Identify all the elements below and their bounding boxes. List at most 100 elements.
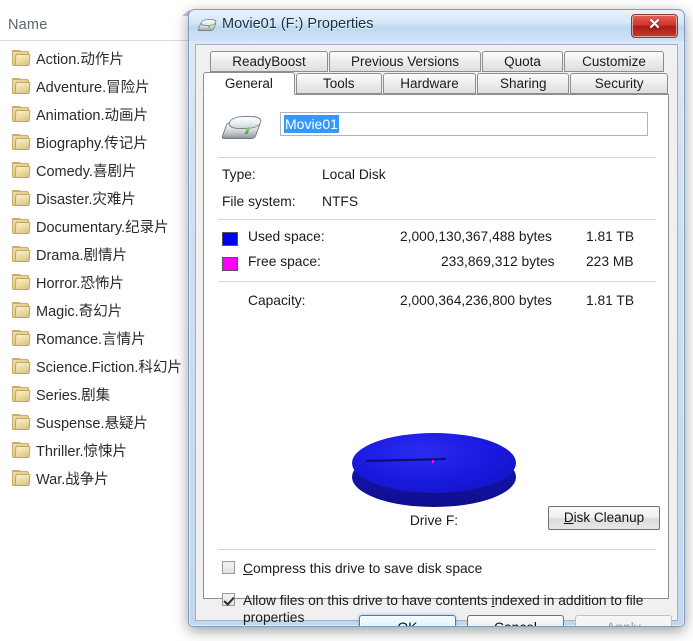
close-icon: ✕ <box>648 16 661 33</box>
list-item[interactable]: Romance.言情片 <box>0 324 200 352</box>
folder-icon <box>12 302 31 318</box>
free-space-label: Free space: <box>248 254 321 269</box>
disk-cleanup-button[interactable]: Disk Cleanup <box>548 506 660 530</box>
list-item-label: Romance.言情片 <box>36 331 146 348</box>
used-space-swatch <box>222 232 238 246</box>
capacity-row: Capacity: 2,000,364,236,800 bytes 1.81 T… <box>204 293 668 315</box>
screen: Name Action.动作片 Adventure.冒险片 Animation.动画… <box>0 0 693 641</box>
type-value: Local Disk <box>322 167 386 182</box>
list-item-label: Biography.传记片 <box>36 135 148 152</box>
capacity-bytes: 2,000,364,236,800 bytes <box>400 293 552 308</box>
dialog-titlebar[interactable]: Movie01 (F:) Properties ✕ <box>189 10 684 41</box>
dialog-body: ReadyBoost Previous Versions Quota Customiz… <box>195 44 678 626</box>
free-space-swatch <box>222 257 238 271</box>
index-contents-checkbox[interactable] <box>222 593 235 606</box>
tab-previous-versions[interactable]: Previous Versions <box>329 51 481 72</box>
list-item-label: Science.Fiction.科幻片 <box>36 359 182 376</box>
folder-icon <box>12 50 31 66</box>
folder-icon <box>12 246 31 262</box>
free-space-slice <box>432 460 434 463</box>
dialog-title: Movie01 (F:) Properties <box>222 16 374 32</box>
index-label-a: Allow files on this drive to have conten… <box>243 593 492 608</box>
hard-disk-icon <box>197 18 218 33</box>
filesystem-row: File system: NTFS <box>204 194 668 216</box>
capacity-human: 1.81 TB <box>586 293 635 308</box>
list-item[interactable]: War.战争片 <box>0 464 200 492</box>
close-button[interactable]: ✕ <box>631 14 678 38</box>
compress-accel: C <box>243 561 253 576</box>
filesystem-label: File system: <box>222 194 296 209</box>
compress-drive-checkbox[interactable] <box>222 561 235 574</box>
compress-label-rest: ompress this drive to save disk space <box>252 561 483 576</box>
list-item[interactable]: Documentary.纪录片 <box>0 212 200 240</box>
tab-general[interactable]: General <box>203 72 295 95</box>
drive-caption: Drive F: <box>409 513 459 528</box>
list-item[interactable]: Animation.动画片 <box>0 100 200 128</box>
list-item-label: Action.动作片 <box>36 51 124 68</box>
tab-strip: ReadyBoost Previous Versions Quota Customiz… <box>203 51 669 95</box>
list-item-label: Series.剧集 <box>36 387 111 404</box>
ok-button[interactable]: OK <box>359 615 456 626</box>
cancel-button[interactable]: Cancel <box>467 615 564 626</box>
list-item-label: Drama.剧情片 <box>36 247 128 264</box>
folder-icon <box>12 106 31 122</box>
folder-icon <box>12 414 31 430</box>
free-space-human: 223 MB <box>586 254 634 269</box>
divider-4 <box>218 549 656 550</box>
tab-quota[interactable]: Quota <box>482 51 563 72</box>
disk-cleanup-accel: D <box>563 510 574 525</box>
volume-label-value: Movie01 <box>284 115 339 133</box>
list-item[interactable]: Action.动作片 <box>0 44 200 72</box>
tab-security[interactable]: Security <box>570 73 668 94</box>
list-item-label: Horror.恐怖片 <box>36 275 124 292</box>
list-item[interactable]: Science.Fiction.科幻片 <box>0 352 200 380</box>
tab-readyboost[interactable]: ReadyBoost <box>210 51 328 72</box>
tab-tools[interactable]: Tools <box>295 73 382 94</box>
folder-icon <box>12 274 31 290</box>
list-item-label: Adventure.冒险片 <box>36 79 150 96</box>
list-item-label: Suspense.悬疑片 <box>36 415 149 432</box>
divider-3 <box>218 281 656 282</box>
disk-cleanup-label-rest: isk Cleanup <box>573 510 645 525</box>
drive-properties-dialog: Movie01 (F:) Properties ✕ ReadyBoost Prev… <box>188 9 685 627</box>
list-item-label: Thriller.惊悚片 <box>36 443 128 460</box>
list-item[interactable]: Drama.剧情片 <box>0 240 200 268</box>
volume-name-row: Movie01 <box>204 105 668 153</box>
column-header-name[interactable]: Name <box>0 0 200 41</box>
folder-icon <box>12 162 31 178</box>
list-item-label: War.战争片 <box>36 471 109 488</box>
list-item-label: Animation.动画片 <box>36 107 149 124</box>
tab-customize[interactable]: Customize <box>564 51 664 72</box>
divider-2 <box>218 219 656 220</box>
list-item[interactable]: Comedy.喜剧片 <box>0 156 200 184</box>
compress-drive-label: Compress this drive to save disk space <box>222 560 652 577</box>
tab-hardware[interactable]: Hardware <box>382 73 477 94</box>
tab-pane-general: Movie01 Type: Local Disk File system: NT… <box>203 94 669 625</box>
folder-icon <box>12 386 31 402</box>
list-item[interactable]: Series.剧集 <box>0 380 200 408</box>
disk-usage-pie-chart <box>344 433 524 515</box>
volume-label-input[interactable]: Movie01 <box>280 112 648 136</box>
tab-row-upper: ReadyBoost Previous Versions Quota Customiz… <box>203 51 669 73</box>
apply-label-rest: pply <box>615 620 640 626</box>
list-item[interactable]: Disaster.灾难片 <box>0 184 200 212</box>
list-item-label: Comedy.喜剧片 <box>36 163 137 180</box>
tab-row-lower: General Tools Hardware Sharing Security <box>203 72 669 95</box>
folder-icon <box>12 470 31 486</box>
list-item[interactable]: Adventure.冒险片 <box>0 72 200 100</box>
list-item[interactable]: Horror.恐怖片 <box>0 268 200 296</box>
hard-disk-icon <box>220 113 264 145</box>
folder-icon <box>12 190 31 206</box>
compress-drive-row[interactable]: Compress this drive to save disk space <box>222 560 652 577</box>
free-space-bytes: 233,869,312 bytes <box>441 254 555 269</box>
folder-icon <box>12 218 31 234</box>
list-item[interactable]: Magic.奇幻片 <box>0 296 200 324</box>
list-item[interactable]: Biography.传记片 <box>0 128 200 156</box>
list-item[interactable]: Thriller.惊悚片 <box>0 436 200 464</box>
apply-button[interactable]: Apply <box>575 615 672 626</box>
list-item[interactable]: Suspense.悬疑片 <box>0 408 200 436</box>
file-list[interactable]: Action.动作片 Adventure.冒险片 Animation.动画片 Biog… <box>0 44 200 492</box>
tab-sharing[interactable]: Sharing <box>477 73 570 94</box>
free-space-row: Free space: 233,869,312 bytes 223 MB <box>204 254 668 276</box>
used-space-human: 1.81 TB <box>586 229 635 244</box>
